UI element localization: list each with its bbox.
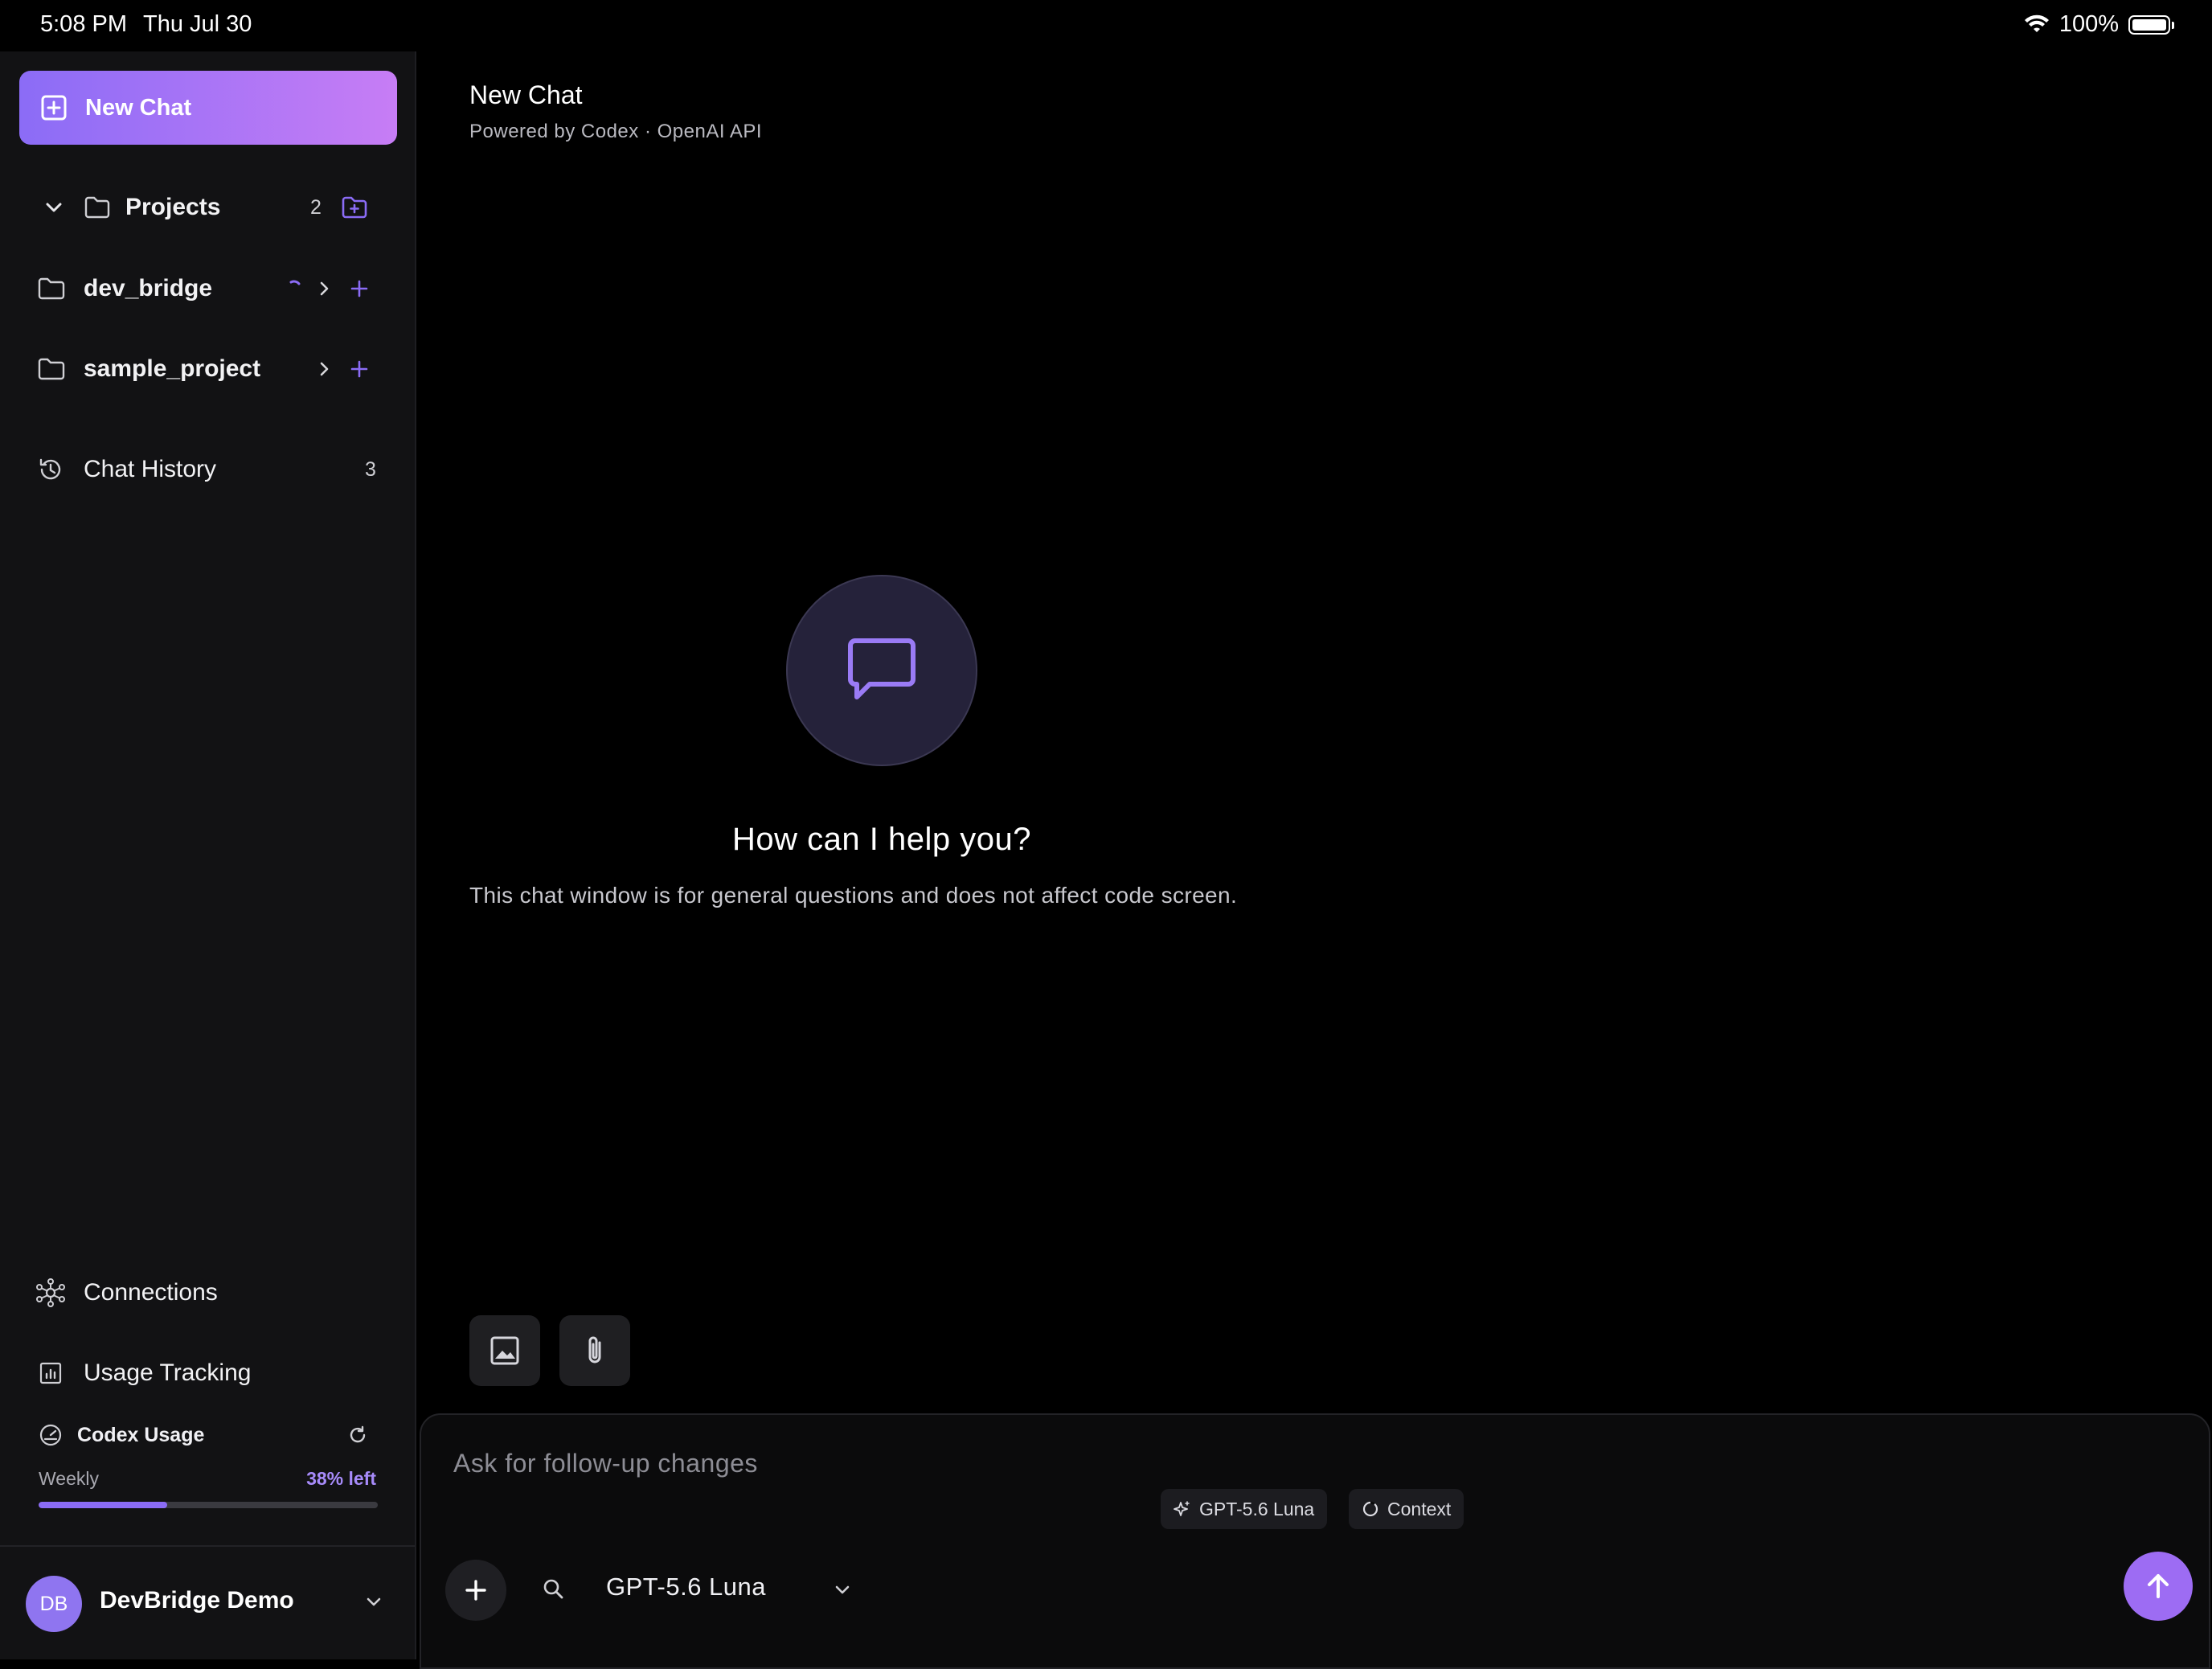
chat-history-count: 3 [365, 457, 376, 481]
new-chat-label: New Chat [85, 94, 192, 121]
new-chat-button[interactable]: New Chat [19, 71, 397, 145]
status-bar: 5:08 PM Thu Jul 30 100% [0, 0, 2212, 51]
usage-period: Weekly [39, 1468, 99, 1489]
folder-icon [37, 357, 66, 381]
chevron-down-icon[interactable] [833, 1581, 852, 1600]
chat-history-item[interactable]: Chat History 3 [0, 437, 416, 502]
project-item-sample-project[interactable]: sample_project [0, 337, 416, 401]
chat-history-label: Chat History [84, 456, 217, 482]
chevron-down-icon[interactable] [363, 1592, 384, 1613]
projects-section-header[interactable]: Projects 2 [0, 175, 416, 240]
chevron-down-icon[interactable] [43, 197, 64, 218]
usage-tracking-label: Usage Tracking [84, 1359, 252, 1386]
folder-icon [84, 195, 111, 219]
model-chip-label: GPT-5.6 Luna [1199, 1498, 1315, 1519]
search-icon[interactable] [542, 1577, 566, 1601]
gauge-icon [39, 1423, 63, 1447]
plus-icon [463, 1577, 489, 1603]
empty-state-badge [786, 575, 977, 766]
project-label: dev_bridge [84, 275, 213, 301]
new-folder-icon[interactable] [341, 195, 368, 219]
connections-label: Connections [84, 1279, 218, 1306]
status-right: 100% [2024, 11, 2174, 38]
send-button[interactable] [2124, 1552, 2193, 1621]
sidebar: New Chat Projects 2 dev_bridge sample_pr… [0, 51, 416, 1659]
codex-usage-header: Codex Usage [39, 1423, 204, 1447]
message-input[interactable] [452, 1442, 2143, 1484]
project-item-dev-bridge[interactable]: dev_bridge [0, 256, 416, 321]
avatar: DB [26, 1576, 82, 1632]
chat-main: New Chat Powered by Codex · OpenAI API H… [416, 51, 2212, 1669]
model-chip[interactable]: GPT-5.6 Luna [1161, 1489, 1328, 1529]
battery-percent: 100% [2058, 11, 2119, 37]
project-label: sample_project [84, 355, 261, 382]
connections-icon [35, 1277, 66, 1308]
attach-image-button[interactable] [469, 1315, 540, 1386]
history-icon [37, 456, 64, 483]
usage-remaining: 38% left [306, 1468, 376, 1489]
wifi-icon [2024, 14, 2050, 35]
folder-icon [37, 277, 66, 301]
chat-bubble-icon [846, 636, 918, 705]
account-name: DevBridge Demo [100, 1587, 294, 1614]
loading-spinner-icon [288, 279, 304, 295]
arrow-up-icon [2142, 1570, 2174, 1602]
chevron-right-icon[interactable] [317, 359, 333, 379]
sparkle-icon [1174, 1500, 1191, 1518]
status-date: Thu Jul 30 [143, 11, 252, 37]
sidebar-item-connections[interactable]: Connections [0, 1261, 416, 1325]
status-time: 5:08 PM [40, 11, 127, 37]
usage-progress-bar [39, 1502, 378, 1508]
context-ring-icon [1362, 1500, 1379, 1518]
add-attachment-button[interactable] [445, 1560, 506, 1621]
attach-file-button[interactable] [559, 1315, 630, 1386]
chart-icon [39, 1361, 63, 1385]
page-title: New Chat [469, 80, 583, 109]
composer: GPT-5.6 Luna Context GPT-5.6 Luna [420, 1413, 2210, 1669]
chevron-right-icon[interactable] [317, 278, 333, 299]
add-chat-icon[interactable] [349, 359, 370, 379]
add-chat-icon[interactable] [349, 278, 370, 299]
context-chip[interactable]: Context [1349, 1489, 1464, 1529]
battery-icon [2128, 14, 2174, 35]
new-chat-icon [40, 94, 68, 121]
sidebar-item-usage-tracking[interactable]: Usage Tracking [0, 1341, 416, 1405]
refresh-icon[interactable] [347, 1425, 368, 1446]
image-icon [489, 1335, 521, 1367]
battery-fill [2132, 18, 2166, 31]
codex-usage-title: Codex Usage [77, 1423, 205, 1446]
projects-label: Projects [125, 194, 221, 220]
usage-progress-fill [39, 1502, 168, 1508]
paperclip-icon [579, 1333, 611, 1368]
empty-state-heading: How can I help you? [732, 822, 1031, 857]
context-chip-label: Context [1387, 1498, 1452, 1519]
projects-count: 2 [310, 195, 322, 219]
account-switcher[interactable]: DB DevBridge Demo [0, 1545, 415, 1659]
empty-state-description: This chat window is for general question… [469, 883, 1238, 908]
model-selector[interactable]: GPT-5.6 Luna [606, 1573, 766, 1601]
page-subtitle: Powered by Codex · OpenAI API [469, 121, 763, 142]
